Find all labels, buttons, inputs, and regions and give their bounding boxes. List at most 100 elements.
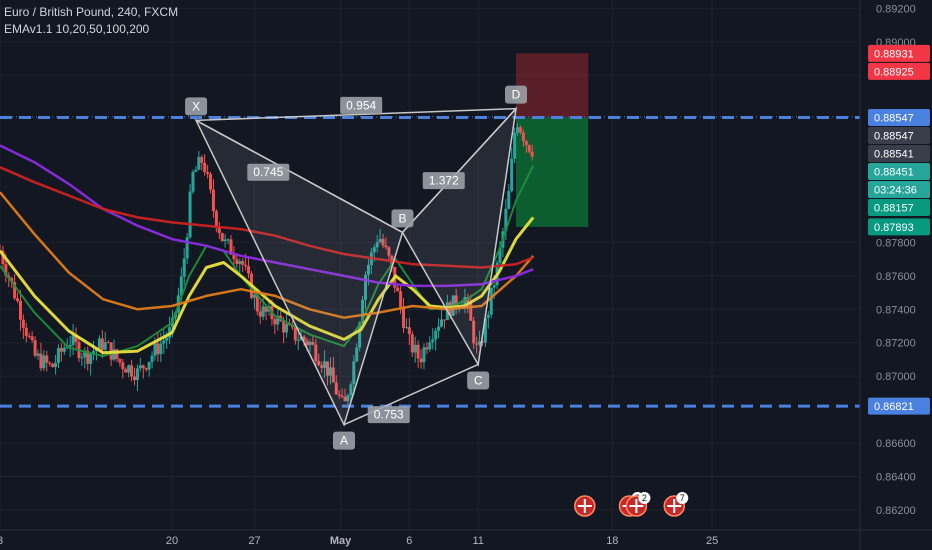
candle-body <box>16 298 20 301</box>
candle-body <box>188 191 192 238</box>
candle-body <box>33 340 37 356</box>
date-tick-label: 11 <box>472 535 483 547</box>
candle-body <box>442 319 446 321</box>
candle-body <box>147 361 151 370</box>
candle-body <box>162 340 166 344</box>
candle-body <box>21 319 25 328</box>
ratio-label: 1.372 <box>429 174 459 188</box>
price-tick-label: 0.87000 <box>876 371 916 383</box>
candle-body <box>293 327 297 341</box>
price-axis[interactable]: 0.892000.890000.888000.878000.876000.874… <box>859 0 932 550</box>
candle-body <box>419 358 423 363</box>
candle-body <box>150 355 154 362</box>
candle-body <box>524 141 528 146</box>
candle-body <box>285 324 289 333</box>
candle-body <box>71 334 75 345</box>
pattern-point-label: B <box>398 211 406 225</box>
price-badge-text: 0.88451 <box>874 167 914 179</box>
candle-body <box>27 335 31 337</box>
candle-body <box>197 157 201 170</box>
candle-body <box>507 191 511 209</box>
ratio-label: 0.745 <box>253 165 283 179</box>
candle-body <box>133 376 137 381</box>
price-badge-text: 0.88541 <box>874 149 914 161</box>
candle-body <box>407 327 411 335</box>
candle-body <box>54 362 58 368</box>
candle-body <box>141 365 145 369</box>
candle-body <box>209 173 213 190</box>
price-tick-label: 0.89200 <box>876 3 916 15</box>
candle-body <box>516 127 520 133</box>
price-badge-text: 0.88931 <box>874 48 914 60</box>
price-badge-text: 0.87893 <box>874 222 914 234</box>
chart-header: Euro / British Pound, 240, FXCM EMAv1.1 … <box>4 4 178 38</box>
candle-body <box>62 347 66 352</box>
candle-body <box>404 327 408 329</box>
candle-body <box>521 132 525 142</box>
candle-body <box>42 355 46 369</box>
price-tick-label: 0.87800 <box>876 237 916 249</box>
candle-body <box>100 338 104 350</box>
price-badge-text: 0.88547 <box>874 131 914 143</box>
candle-body <box>513 132 517 159</box>
candle-body <box>206 172 210 174</box>
candle-body <box>130 365 134 377</box>
date-tick-label: 25 <box>706 535 718 547</box>
event-count-text: 2 <box>642 493 647 503</box>
stop-zone[interactable] <box>516 53 589 118</box>
candle-body <box>220 233 224 242</box>
indicator-legend[interactable]: EMAv1.1 10,20,50,100,200 <box>4 21 178 38</box>
candle-body <box>118 358 122 363</box>
symbol-title[interactable]: Euro / British Pound, 240, FXCM <box>4 4 178 21</box>
candle-body <box>422 347 426 363</box>
candle-body <box>238 260 242 264</box>
candle-body <box>241 260 245 265</box>
candle-body <box>159 343 163 355</box>
candle-body <box>214 211 218 227</box>
pattern-point-label: X <box>192 99 200 113</box>
candle-body <box>106 342 110 344</box>
candle-body <box>261 306 265 317</box>
candle-body <box>30 336 34 341</box>
candle-body <box>56 348 60 363</box>
candle-body <box>399 291 403 308</box>
candle-body <box>486 314 490 318</box>
price-badge-text: 03:24:36 <box>874 185 917 197</box>
candle-body <box>59 348 63 352</box>
candle-body <box>252 294 256 298</box>
candle-body <box>226 239 230 241</box>
candle-body <box>80 357 84 359</box>
candle-body <box>413 344 417 353</box>
candle-body <box>492 285 496 288</box>
candle-body <box>527 145 531 152</box>
candle-body <box>428 342 432 350</box>
ratio-label: 0.954 <box>346 98 376 112</box>
candle-body <box>185 237 189 259</box>
candle-body <box>203 162 207 173</box>
candle-body <box>530 151 534 157</box>
date-tick-label: 3 <box>0 535 3 547</box>
candle-body <box>410 334 414 353</box>
candle-body <box>18 300 22 320</box>
price-badge-text: 0.86821 <box>874 401 914 413</box>
candle-body <box>434 330 438 340</box>
candle-body <box>45 355 49 363</box>
candle-body <box>103 342 107 350</box>
candle-body <box>510 158 514 192</box>
price-tick-label: 0.87600 <box>876 271 916 283</box>
price-badge-text: 0.88547 <box>874 113 914 125</box>
candle-body <box>165 337 169 341</box>
candle-body <box>124 369 128 373</box>
candle-body <box>97 338 101 349</box>
candle-body <box>89 353 93 364</box>
price-chart[interactable]: 0.7450.9541.3720.753XABCD 827 0.892000.8… <box>0 0 932 550</box>
candle-body <box>156 343 160 355</box>
candle-body <box>211 189 215 212</box>
ratio-label: 0.753 <box>374 408 404 422</box>
candle-body <box>121 362 125 370</box>
candle-body <box>135 368 139 381</box>
candle-body <box>235 259 239 264</box>
candle-body <box>247 266 251 274</box>
target-zone[interactable] <box>516 117 589 227</box>
candle-body <box>402 307 406 328</box>
